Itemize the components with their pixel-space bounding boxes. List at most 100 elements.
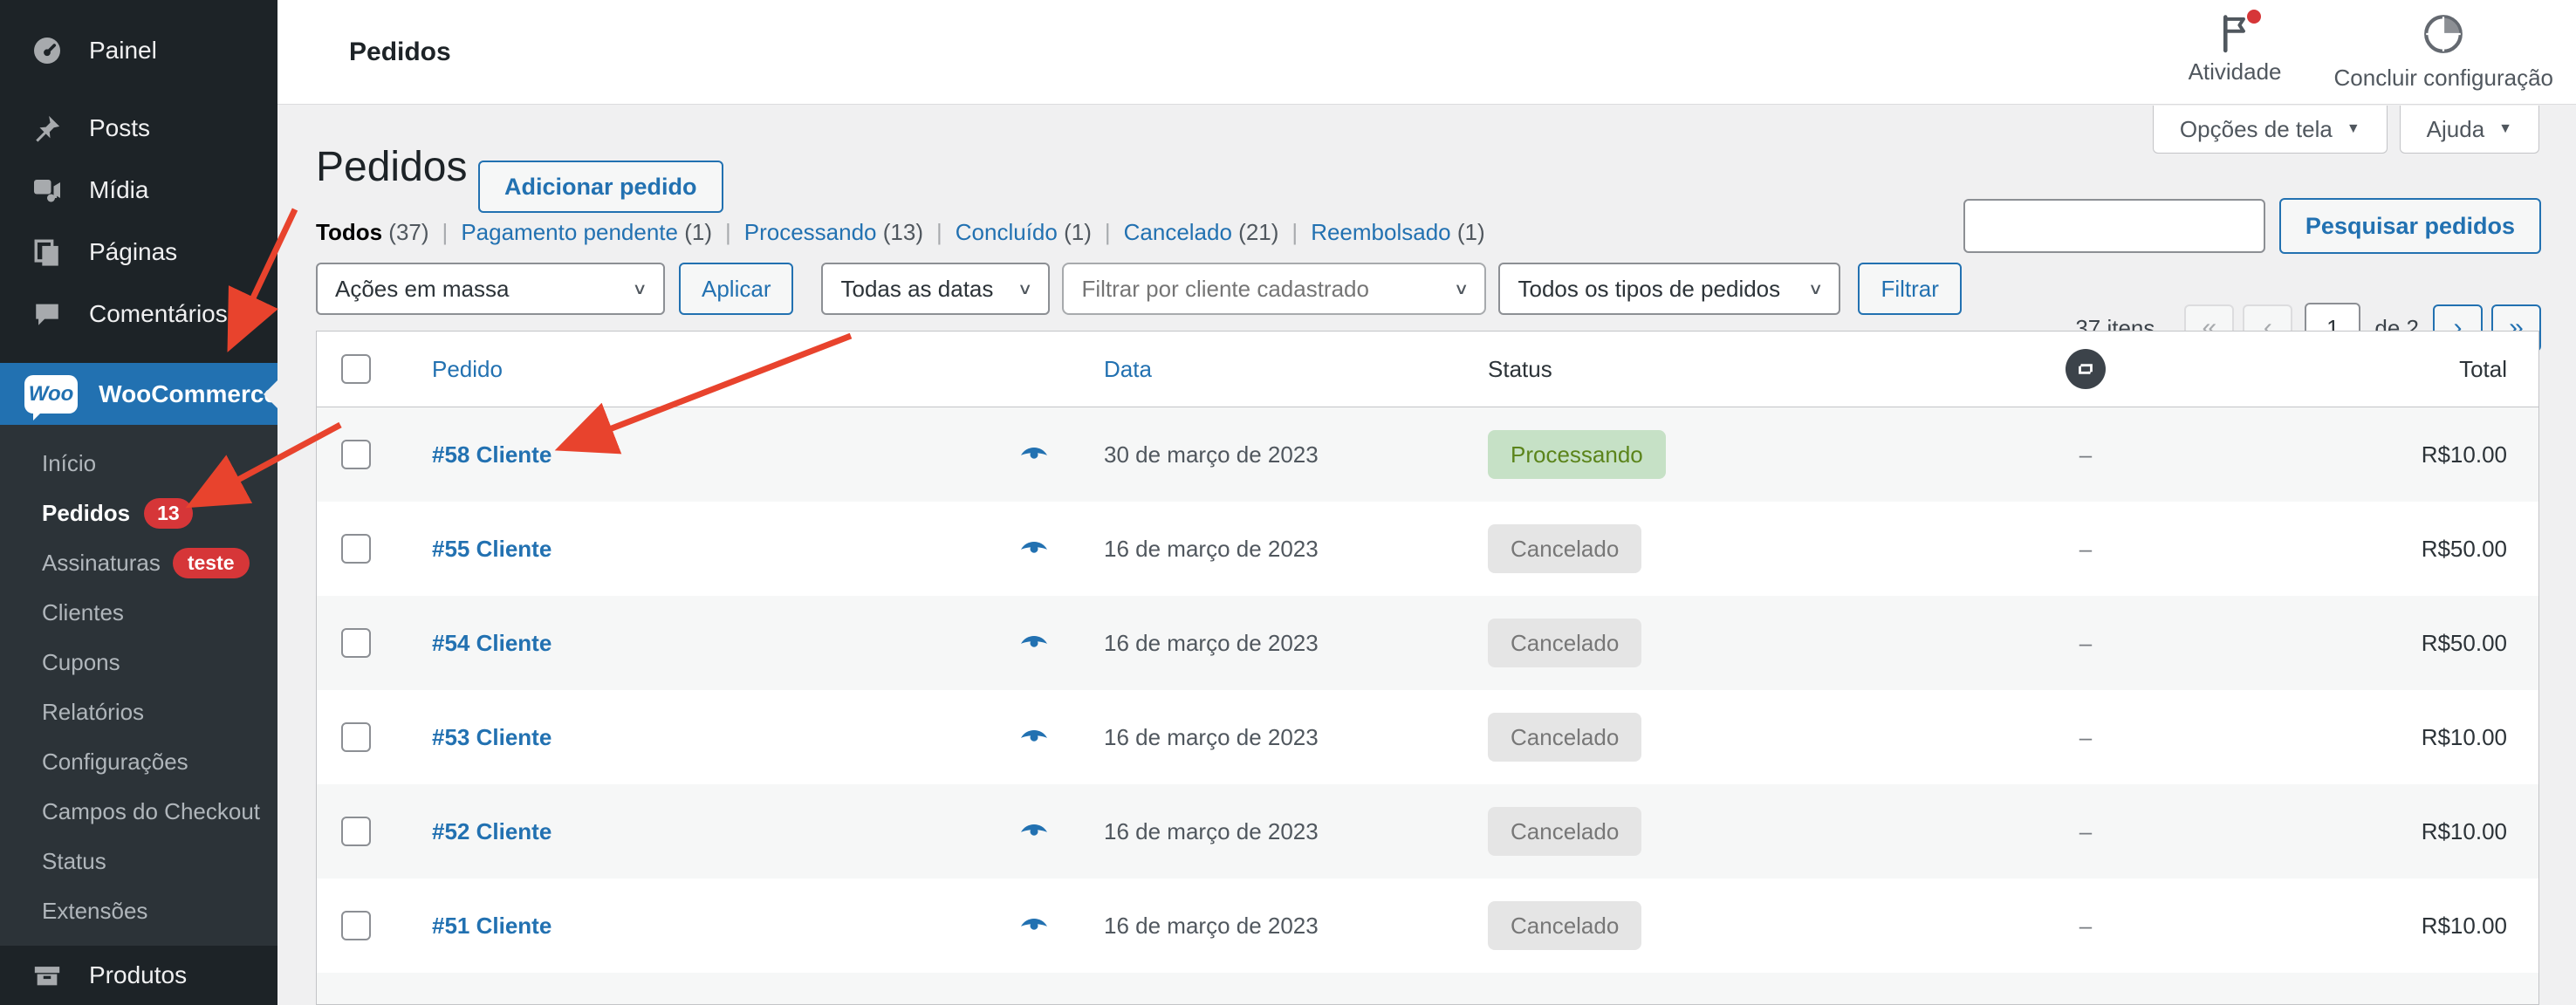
submenu-item-inicio[interactable]: Início xyxy=(0,439,277,489)
filter-pagamento-pendente[interactable]: Pagamento pendente (1) xyxy=(461,219,712,246)
order-notes-column-icon xyxy=(2066,349,2106,389)
preview-eye-icon[interactable] xyxy=(1018,817,1050,846)
sidebar-item-paginas[interactable]: Páginas xyxy=(0,221,277,283)
sidebar-item-woocommerce[interactable]: Woo WooCommerce xyxy=(0,363,277,425)
row-checkbox[interactable] xyxy=(341,722,371,752)
submenu-item-campos-checkout[interactable]: Campos do Checkout xyxy=(0,787,277,837)
flag-icon xyxy=(2217,13,2252,53)
row-checkbox[interactable] xyxy=(341,911,371,940)
sidebar-section-produtos: Produtos xyxy=(0,946,277,1005)
row-checkbox[interactable] xyxy=(341,440,371,469)
submenu-item-status[interactable]: Status xyxy=(0,837,277,886)
submenu-item-cupons[interactable]: Cupons xyxy=(0,638,277,687)
sidebar-item-label: Produtos xyxy=(89,961,187,989)
apply-button[interactable]: Aplicar xyxy=(679,263,793,315)
table-toolbar: Ações em massa ∨ Aplicar Todas as datas … xyxy=(316,263,1962,315)
order-link[interactable]: #52 Cliente xyxy=(432,818,982,845)
status-badge: Processando xyxy=(1488,430,1666,479)
submenu-item-configuracoes[interactable]: Configurações xyxy=(0,737,277,787)
admin-sidebar: Painel Posts Mídia Páginas Comentários xyxy=(0,0,277,1005)
dates-filter-select[interactable]: Todas as datas ∨ xyxy=(821,263,1050,315)
submenu-item-extensoes[interactable]: Extensões xyxy=(0,886,277,936)
order-status-filters: Todos (37) | Pagamento pendente (1) | Pr… xyxy=(316,219,1485,246)
order-link[interactable]: #54 Cliente xyxy=(432,630,982,657)
select-all-checkbox[interactable] xyxy=(341,354,371,384)
submenu-item-relatorios[interactable]: Relatórios xyxy=(0,687,277,737)
comment-icon xyxy=(30,299,65,329)
order-total: R$50.00 xyxy=(2422,536,2538,563)
notification-dot xyxy=(2247,10,2261,24)
filter-processando[interactable]: Processando (13) xyxy=(744,219,923,246)
sidebar-item-label: Comentários xyxy=(89,300,228,328)
order-notes: – xyxy=(2079,630,2092,657)
sidebar-item-midia[interactable]: Mídia xyxy=(0,159,277,221)
filter-concluido[interactable]: Concluído (1) xyxy=(956,219,1092,246)
table-header-row: Pedido Data Status Total xyxy=(317,332,2538,407)
order-search: Pesquisar pedidos xyxy=(1963,198,2541,254)
order-total: R$50.00 xyxy=(2422,630,2538,657)
setup-progress-icon xyxy=(2422,13,2464,59)
pin-icon xyxy=(30,113,65,143)
filter-cancelado[interactable]: Cancelado (21) xyxy=(1124,219,1279,246)
submenu-item-clientes[interactable]: Clientes xyxy=(0,588,277,638)
order-notes: – xyxy=(2079,818,2092,845)
customer-filter-select[interactable]: Filtrar por cliente cadastrado ∨ xyxy=(1062,263,1486,315)
chevron-down-icon: ∨ xyxy=(1454,279,1470,298)
column-header-total[interactable]: Total xyxy=(2459,356,2538,383)
status-badge: Cancelado xyxy=(1488,807,1641,856)
help-tab[interactable]: Ajuda ▼ xyxy=(2400,106,2539,154)
screen-title: Pedidos xyxy=(349,38,451,67)
order-total: R$10.00 xyxy=(2422,913,2538,940)
order-date: 16 de março de 2023 xyxy=(1086,818,1453,845)
preview-eye-icon[interactable] xyxy=(1018,441,1050,469)
row-checkbox[interactable] xyxy=(341,628,371,658)
filter-reembolsado[interactable]: Reembolsado (1) xyxy=(1311,219,1484,246)
woocommerce-logo-icon: Woo xyxy=(24,375,78,414)
orders-table: Pedido Data Status Total #58 Cliente 30 … xyxy=(316,331,2539,1005)
row-checkbox[interactable] xyxy=(341,817,371,846)
order-link[interactable]: #53 Cliente xyxy=(432,724,982,751)
dashboard-icon xyxy=(30,35,65,66)
finish-setup-button[interactable]: Concluir configuração xyxy=(2334,13,2553,92)
status-badge: Cancelado xyxy=(1488,713,1641,762)
sidebar-item-comentarios[interactable]: Comentários xyxy=(0,283,277,345)
screen-options-tab[interactable]: Opções de tela ▼ xyxy=(2153,106,2388,154)
submenu-item-pedidos[interactable]: Pedidos13 xyxy=(0,489,277,538)
products-box-icon xyxy=(30,961,65,990)
column-header-date[interactable]: Data xyxy=(1086,356,1453,383)
order-total: R$10.00 xyxy=(2422,724,2538,751)
filter-todos[interactable]: Todos (37) xyxy=(316,219,429,246)
sidebar-item-label: Posts xyxy=(89,114,150,142)
column-header-order[interactable]: Pedido xyxy=(432,356,982,383)
activity-button[interactable]: Atividade xyxy=(2189,13,2282,92)
sidebar-item-posts[interactable]: Posts xyxy=(0,97,277,159)
sidebar-item-painel[interactable]: Painel xyxy=(0,19,277,81)
bulk-actions-select[interactable]: Ações em massa ∨ xyxy=(316,263,665,315)
preview-eye-icon[interactable] xyxy=(1018,629,1050,658)
preview-eye-icon[interactable] xyxy=(1018,723,1050,752)
sidebar-item-label: Páginas xyxy=(89,238,177,266)
filter-button[interactable]: Filtrar xyxy=(1858,263,1961,315)
status-badge: Cancelado xyxy=(1488,619,1641,667)
order-total: R$10.00 xyxy=(2422,441,2538,468)
order-link[interactable]: #58 Cliente xyxy=(432,441,982,468)
order-types-select[interactable]: Todos os tipos de pedidos ∨ xyxy=(1498,263,1840,315)
order-row: #53 Cliente 16 de março de 2023 Cancelad… xyxy=(317,690,2538,784)
row-checkbox[interactable] xyxy=(341,534,371,564)
search-orders-button[interactable]: Pesquisar pedidos xyxy=(2279,198,2541,254)
preview-eye-icon[interactable] xyxy=(1018,912,1050,940)
preview-eye-icon[interactable] xyxy=(1018,535,1050,564)
submenu-item-assinaturas[interactable]: Assinaturasteste xyxy=(0,538,277,588)
order-link[interactable]: #51 Cliente xyxy=(432,913,982,940)
status-badge: Cancelado xyxy=(1488,524,1641,573)
chevron-down-icon: ▼ xyxy=(2346,121,2360,137)
order-link[interactable]: #55 Cliente xyxy=(432,536,982,563)
sidebar-item-label: Mídia xyxy=(89,176,148,204)
add-order-button[interactable]: Adicionar pedido xyxy=(478,161,723,213)
chevron-down-icon: ▼ xyxy=(2498,121,2512,137)
current-menu-notch xyxy=(250,380,277,408)
column-header-status: Status xyxy=(1453,356,1942,383)
order-date: 16 de março de 2023 xyxy=(1086,913,1453,940)
sidebar-item-produtos[interactable]: Produtos xyxy=(0,946,277,1005)
search-input[interactable] xyxy=(1963,199,2265,253)
